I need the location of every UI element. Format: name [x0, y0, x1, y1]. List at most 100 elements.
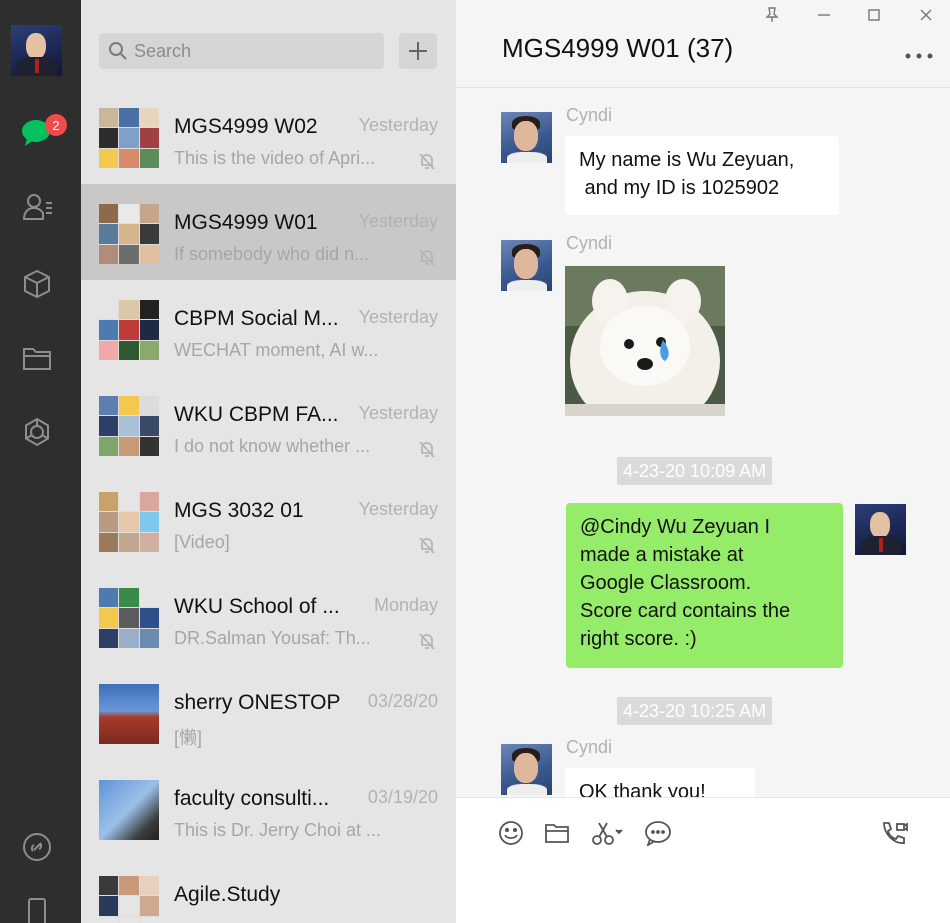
- my-avatar[interactable]: [855, 504, 906, 555]
- chat-time: Yesterday: [358, 403, 438, 423]
- mute-bell-icon: [418, 536, 436, 559]
- chat-name: Agile.Study: [174, 883, 281, 906]
- folder-icon[interactable]: [20, 341, 54, 375]
- samoyed-puppy-photo[interactable]: [565, 266, 725, 416]
- chat-name: WKU School of ...: [174, 595, 340, 618]
- chat-name: sherry ONESTOP: [174, 691, 341, 714]
- message-input-area[interactable]: [456, 797, 950, 923]
- chat-item-wku-cbpm-fa[interactable]: WKU CBPM FA... Yesterday I do not know w…: [81, 376, 456, 472]
- chat-time: Yesterday: [358, 499, 438, 519]
- chat-item-mgs4999-w01[interactable]: MGS4999 W01 Yesterday If somebody who di…: [81, 184, 456, 280]
- more-options-button[interactable]: [904, 44, 934, 60]
- moments-icon[interactable]: [20, 415, 54, 449]
- chat-name: MGS4999 W01: [174, 211, 318, 234]
- message-text: Google Classroom.: [580, 572, 752, 594]
- chat-preview: If somebody who did n...: [174, 244, 370, 264]
- mute-bell-icon: [418, 152, 436, 175]
- link-icon[interactable]: [20, 830, 54, 864]
- screenshot-scissors-icon[interactable]: [590, 819, 626, 847]
- chat-list-panel: MGS4999 W02 Yesterday This is the video …: [81, 0, 456, 923]
- message-list[interactable]: Cyndi My name is Wu Zeyuan, and my ID is…: [456, 89, 950, 797]
- sender-avatar[interactable]: [501, 744, 552, 795]
- chat-preview: DR.Salman Yousaf: Th...: [174, 628, 371, 648]
- chat-item-faculty-consulting[interactable]: faculty consulti... 03/19/20 This is Dr.…: [81, 760, 456, 856]
- chat-name: CBPM Social M...: [174, 307, 339, 330]
- group-avatar: [99, 492, 159, 552]
- message-text: Score card contains the: [580, 600, 791, 622]
- chat-preview: This is the video of Apri...: [174, 148, 376, 168]
- chat-item-mgs4999-w02[interactable]: MGS4999 W02 Yesterday This is the video …: [81, 88, 456, 184]
- chat-preview: I do not know whether ...: [174, 436, 371, 456]
- pin-icon[interactable]: [760, 4, 784, 26]
- chat-time: Monday: [373, 595, 438, 615]
- minimize-button[interactable]: [812, 4, 836, 26]
- call-icon[interactable]: [880, 819, 908, 847]
- conversation-pane: MGS4999 W01 (37) Cyndi My name is Wu Zey…: [456, 0, 950, 923]
- contact-avatar: [99, 684, 159, 744]
- chat-history-icon[interactable]: [644, 819, 672, 847]
- chat-preview: WECHAT moment, AI w...: [174, 340, 379, 360]
- group-avatar: [99, 876, 159, 923]
- group-avatar: [99, 396, 159, 456]
- chat-time: 03/19/20: [367, 787, 438, 807]
- search-box[interactable]: [99, 33, 384, 69]
- time-divider: 4-23-20 10:25 AM: [617, 697, 773, 725]
- chat-time: Yesterday: [358, 307, 438, 327]
- contact-avatar: [99, 780, 159, 840]
- chat-name: MGS 3032 01: [174, 499, 304, 522]
- time-divider: 4-23-20 10:09 AM: [617, 457, 773, 485]
- chat-time: 03/28/20: [367, 691, 438, 711]
- my-avatar[interactable]: [11, 25, 62, 76]
- chat-name: MGS4999 W02: [174, 115, 318, 138]
- message-bubble[interactable]: OK thank you!: [565, 768, 755, 797]
- search-icon: [109, 42, 127, 60]
- group-avatar: [99, 204, 159, 264]
- search-input[interactable]: [134, 40, 364, 62]
- chat-item-sherry-onestop[interactable]: sherry ONESTOP 03/28/20 [懒]: [81, 664, 456, 760]
- chat-preview: This is Dr. Jerry Choi at ...: [174, 820, 382, 840]
- message-text: made a mistake at: [580, 544, 744, 566]
- file-icon[interactable]: [543, 819, 571, 847]
- message-bubble[interactable]: My name is Wu Zeyuan, and my ID is 10259…: [565, 136, 839, 215]
- message-text: and my ID is 1025902: [579, 177, 780, 199]
- sender-name: Cyndi: [566, 233, 613, 253]
- message-bubble-outgoing[interactable]: @Cindy Wu Zeyuan I made a mistake at Goo…: [566, 503, 843, 668]
- sender-avatar[interactable]: [501, 240, 552, 291]
- add-chat-button[interactable]: [399, 33, 437, 69]
- unread-badge: 2: [45, 114, 67, 136]
- cube-icon[interactable]: [20, 267, 54, 301]
- sender-avatar[interactable]: [501, 112, 552, 163]
- mute-bell-icon: [418, 248, 436, 271]
- left-nav-rail: 2: [0, 0, 81, 923]
- group-avatar: [99, 588, 159, 648]
- group-avatar: [99, 300, 159, 360]
- message-text: @Cindy Wu Zeyuan I: [580, 516, 771, 538]
- chat-name: faculty consulti...: [174, 787, 330, 810]
- chat-preview: [Video]: [174, 532, 230, 552]
- more-dots-icon: [905, 53, 933, 59]
- chat-item-wku-school[interactable]: WKU School of ... Monday DR.Salman Yousa…: [81, 568, 456, 664]
- chat-item-agile-study[interactable]: Agile.Study: [81, 856, 456, 923]
- maximize-button[interactable]: [862, 4, 886, 26]
- contacts-icon[interactable]: [20, 190, 54, 224]
- emoji-icon[interactable]: [497, 819, 525, 847]
- message-text: OK thank you!: [579, 781, 706, 797]
- sender-name: Cyndi: [566, 105, 613, 125]
- mute-bell-icon: [418, 440, 436, 463]
- plus-icon: [409, 42, 427, 60]
- chat-item-mgs-3032[interactable]: MGS 3032 01 Yesterday [Video]: [81, 472, 456, 568]
- message-text: My name is Wu Zeyuan,: [579, 149, 795, 171]
- chat-item-cbpm-social[interactable]: CBPM Social M... Yesterday WECHAT moment…: [81, 280, 456, 376]
- close-button[interactable]: [914, 4, 938, 26]
- conversation-header: MGS4999 W01 (37): [456, 0, 950, 88]
- conversation-title: MGS4999 W01 (37): [502, 33, 734, 63]
- chat-time: Yesterday: [358, 211, 438, 231]
- sender-name: Cyndi: [566, 737, 613, 757]
- chat-time: Yesterday: [358, 115, 438, 135]
- mute-bell-icon: [418, 632, 436, 655]
- group-avatar: [99, 108, 159, 168]
- chat-preview: [懒]: [174, 728, 203, 748]
- phone-icon[interactable]: [20, 895, 54, 923]
- message-text: right score. :): [580, 628, 697, 650]
- chat-name: WKU CBPM FA...: [174, 403, 339, 426]
